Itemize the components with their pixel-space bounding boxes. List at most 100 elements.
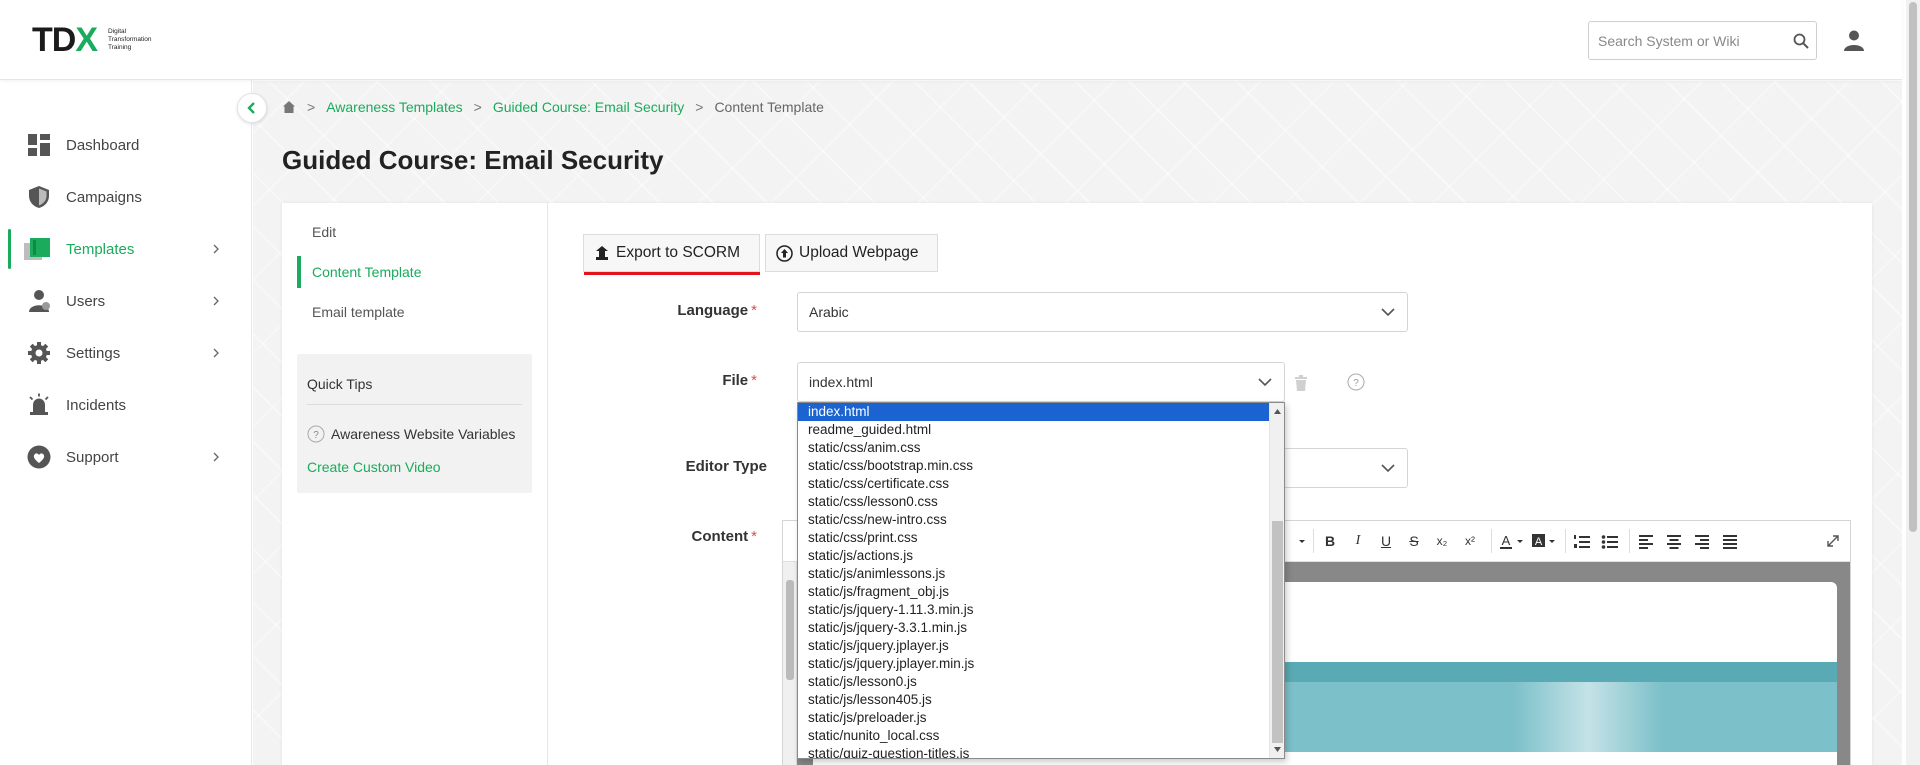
scrollbar-thumb[interactable] — [1272, 521, 1283, 743]
scrollbar-thumb[interactable] — [1909, 2, 1917, 532]
sidebar-item-templates[interactable]: Templates — [0, 227, 252, 271]
sidebar-item-label: Users — [66, 292, 106, 310]
page-scrollbar[interactable] — [1906, 0, 1920, 765]
italic-button[interactable]: I — [1349, 531, 1367, 551]
dropdown-caret-icon[interactable] — [1297, 531, 1307, 551]
scroll-up-arrow-icon[interactable] — [1273, 407, 1282, 416]
superscript-button[interactable]: x² — [1459, 531, 1481, 551]
font-color-icon[interactable]: A — [1499, 531, 1525, 551]
chevron-down-icon — [1381, 464, 1395, 473]
scrollbar-thumb[interactable] — [786, 580, 794, 680]
toolbar-separator — [1491, 529, 1492, 553]
file-option[interactable]: static/nunito_local.css — [798, 727, 1269, 745]
sidebar-item-users[interactable]: Users — [0, 279, 252, 323]
bold-button[interactable]: B — [1321, 531, 1339, 551]
sidebar-item-label: Dashboard — [66, 136, 140, 154]
top-header: TD X Digital Transformation Training — [0, 0, 1902, 80]
sidebar: Dashboard Campaigns Templates Users Sett… — [0, 80, 252, 765]
export-scorm-button[interactable]: Export to SCORM — [583, 234, 760, 275]
ordered-list-icon[interactable] — [1573, 531, 1591, 551]
chevron-right-icon — [213, 296, 219, 306]
subnav-edit[interactable]: Edit — [297, 216, 547, 248]
breadcrumb-guided-course[interactable]: Guided Course: Email Security — [493, 99, 684, 115]
subscript-button[interactable]: x₂ — [1431, 531, 1453, 551]
file-option[interactable]: static/js/jquery.jplayer.min.js — [798, 655, 1269, 673]
file-option[interactable]: static/css/anim.css — [798, 439, 1269, 457]
sidebar-item-label: Incidents — [66, 396, 127, 414]
file-select[interactable]: index.html — [797, 362, 1285, 402]
sidebar-item-dashboard[interactable]: Dashboard — [0, 123, 252, 167]
templates-icon — [24, 238, 50, 260]
search-input[interactable] — [1589, 22, 1789, 59]
sidebar-item-label: Templates — [66, 240, 135, 258]
export-icon — [596, 246, 608, 260]
file-option[interactable]: static/js/jquery-3.3.1.min.js — [798, 619, 1269, 637]
file-option[interactable]: static/js/jquery-1.11.3.min.js — [798, 601, 1269, 619]
align-justify-icon[interactable] — [1721, 531, 1739, 551]
file-option[interactable]: static/js/animlessons.js — [798, 565, 1269, 583]
svg-text:?: ? — [313, 430, 319, 441]
awareness-variables-item[interactable]: ? Awareness Website Variables — [307, 425, 515, 443]
file-option[interactable]: static/css/bootstrap.min.css — [798, 457, 1269, 475]
toolbar-separator — [1313, 529, 1314, 553]
user-icon[interactable] — [1842, 28, 1866, 52]
language-select[interactable]: Arabic — [797, 292, 1408, 332]
gear-icon — [28, 342, 50, 364]
logo-letters: TD — [32, 21, 76, 59]
file-option[interactable]: static/js/lesson405.js — [798, 691, 1269, 709]
underline-button[interactable]: U — [1377, 531, 1395, 551]
upload-webpage-button[interactable]: Upload Webpage — [765, 234, 938, 272]
file-option[interactable]: static/js/lesson0.js — [798, 673, 1269, 691]
home-icon[interactable] — [282, 100, 296, 114]
breadcrumb-awareness-templates[interactable]: Awareness Templates — [326, 99, 462, 115]
trash-icon[interactable] — [1294, 375, 1308, 391]
file-option[interactable]: static/css/new-intro.css — [798, 511, 1269, 529]
subnav-content-template[interactable]: Content Template — [297, 256, 547, 288]
align-left-icon[interactable] — [1637, 531, 1655, 551]
background-color-icon[interactable]: A — [1531, 531, 1557, 551]
subnav-email-template[interactable]: Email template — [297, 296, 547, 328]
chevron-down-icon — [1381, 308, 1395, 317]
file-option[interactable]: static/js/jquery.jplayer.js — [798, 637, 1269, 655]
upload-webpage-label: Upload Webpage — [799, 244, 919, 261]
chevron-down-icon — [1258, 378, 1272, 387]
align-right-icon[interactable] — [1693, 531, 1711, 551]
file-option[interactable]: static/css/print.css — [798, 529, 1269, 547]
dropdown-scrollbar[interactable] — [1269, 403, 1284, 758]
preview-light-glow — [1513, 682, 1663, 765]
file-option[interactable]: index.html — [798, 403, 1269, 421]
file-option[interactable]: static/css/certificate.css — [798, 475, 1269, 493]
export-scorm-label: Export to SCORM — [616, 244, 741, 261]
help-icon[interactable]: ? — [1347, 373, 1365, 391]
editor-scrollbar[interactable] — [783, 562, 797, 765]
scroll-down-arrow-icon[interactable] — [1273, 745, 1282, 754]
dashboard-icon — [28, 134, 50, 156]
search-icon[interactable] — [1792, 32, 1810, 50]
svg-text:A: A — [1535, 536, 1543, 548]
language-value: Arabic — [809, 304, 849, 320]
heart-icon — [27, 445, 51, 469]
file-option[interactable]: static/quiz-question-titles.js — [798, 745, 1269, 758]
strikethrough-button[interactable]: S — [1405, 531, 1423, 551]
tdx-logo[interactable]: TD X Digital Transformation Training — [32, 21, 168, 59]
sidebar-item-label: Campaigns — [66, 188, 142, 206]
quick-tips-panel: Quick Tips ? Awareness Website Variables… — [297, 354, 532, 493]
breadcrumb-current: Content Template — [714, 99, 824, 115]
file-option[interactable]: static/js/fragment_obj.js — [798, 583, 1269, 601]
sidebar-item-campaigns[interactable]: Campaigns — [0, 175, 252, 219]
card-divider — [547, 203, 548, 765]
file-option[interactable]: static/js/preloader.js — [798, 709, 1269, 727]
sidebar-item-settings[interactable]: Settings — [0, 331, 252, 375]
align-center-icon[interactable] — [1665, 531, 1683, 551]
file-option[interactable]: static/css/lesson0.css — [798, 493, 1269, 511]
create-custom-video-link[interactable]: Create Custom Video — [307, 459, 441, 475]
sidebar-collapse-button[interactable] — [237, 93, 267, 123]
sidebar-item-support[interactable]: Support — [0, 435, 252, 479]
file-option[interactable]: static/js/actions.js — [798, 547, 1269, 565]
alarm-icon — [29, 393, 49, 415]
awareness-variables-label: Awareness Website Variables — [331, 426, 516, 442]
file-option[interactable]: readme_guided.html — [798, 421, 1269, 439]
sidebar-item-incidents[interactable]: Incidents — [0, 383, 252, 427]
fullscreen-icon[interactable] — [1825, 531, 1841, 551]
bullet-list-icon[interactable] — [1601, 531, 1619, 551]
